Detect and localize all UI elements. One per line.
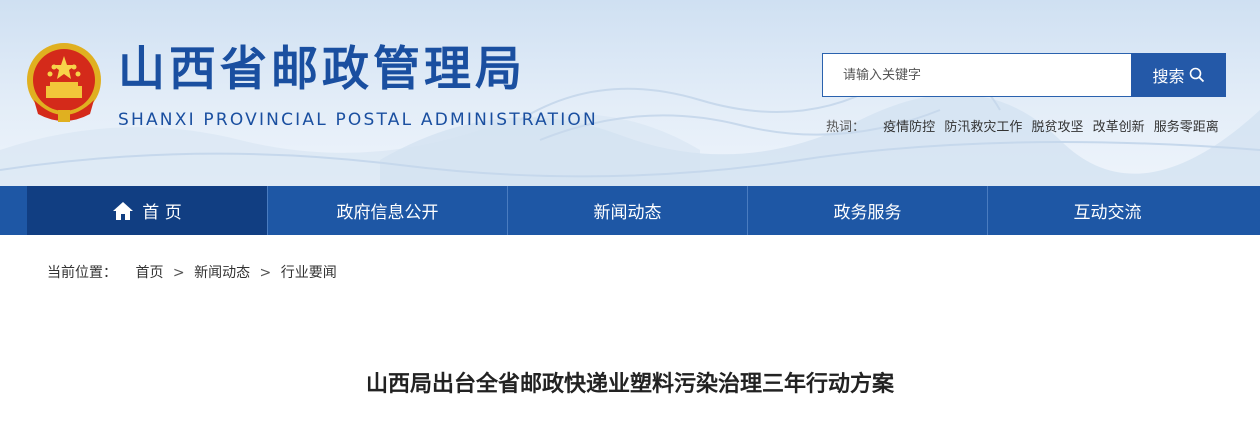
breadcrumb-separator: > xyxy=(259,265,272,281)
nav-item-news[interactable]: 新闻动态 xyxy=(507,186,747,235)
search-input[interactable] xyxy=(823,54,1131,96)
site-header: 山西省邮政管理局 SHANXI PROVINCIAL POSTAL ADMINI… xyxy=(0,0,1260,186)
breadcrumb-link-home[interactable]: 首页 xyxy=(135,265,163,281)
nav-item-gov-info[interactable]: 政府信息公开 xyxy=(267,186,507,235)
search-button[interactable]: 搜索 xyxy=(1131,53,1226,97)
hot-words-label: 热词： xyxy=(826,120,866,135)
breadcrumb-link-news[interactable]: 新闻动态 xyxy=(194,265,250,281)
nav-item-label: 互动交流 xyxy=(1073,203,1142,223)
search-button-label: 搜索 xyxy=(1152,67,1185,86)
home-icon xyxy=(112,201,134,221)
national-emblem-icon xyxy=(24,40,104,126)
breadcrumb-link-industry[interactable]: 行业要闻 xyxy=(281,265,337,281)
hot-word-link[interactable]: 服务零距离 xyxy=(1154,120,1219,135)
main-nav: 首 页 政府信息公开 新闻动态 政务服务 互动交流 xyxy=(0,186,1260,235)
nav-item-home[interactable]: 首 页 xyxy=(27,186,267,235)
site-subtitle: SHANXI PROVINCIAL POSTAL ADMINISTRATION xyxy=(118,110,598,130)
hot-words: 热词： 疫情防控 防汛救灾工作 脱贫攻坚 改革创新 服务零距离 xyxy=(826,116,1224,135)
nav-item-services[interactable]: 政务服务 xyxy=(747,186,987,235)
nav-item-label: 新闻动态 xyxy=(593,203,662,223)
breadcrumb-separator: > xyxy=(172,265,185,281)
site-title: 山西省邮政管理局 xyxy=(118,42,526,97)
nav-item-label: 首 页 xyxy=(142,203,182,223)
nav-item-label: 政府信息公开 xyxy=(336,203,439,223)
nav-item-interaction[interactable]: 互动交流 xyxy=(987,186,1227,235)
breadcrumb-label: 当前位置： xyxy=(47,265,117,281)
breadcrumb: 当前位置： 首页 > 新闻动态 > 行业要闻 xyxy=(47,262,337,282)
search-box xyxy=(822,53,1131,97)
nav-item-label: 政务服务 xyxy=(833,203,902,223)
hot-word-link[interactable]: 改革创新 xyxy=(1093,120,1145,135)
article-title: 山西局出台全省邮政快递业塑料污染治理三年行动方案 xyxy=(365,372,894,397)
search-icon xyxy=(1189,67,1204,83)
hot-word-link[interactable]: 脱贫攻坚 xyxy=(1031,120,1083,135)
hot-word-link[interactable]: 疫情防控 xyxy=(883,120,935,135)
hot-word-link[interactable]: 防汛救灾工作 xyxy=(944,120,1022,135)
